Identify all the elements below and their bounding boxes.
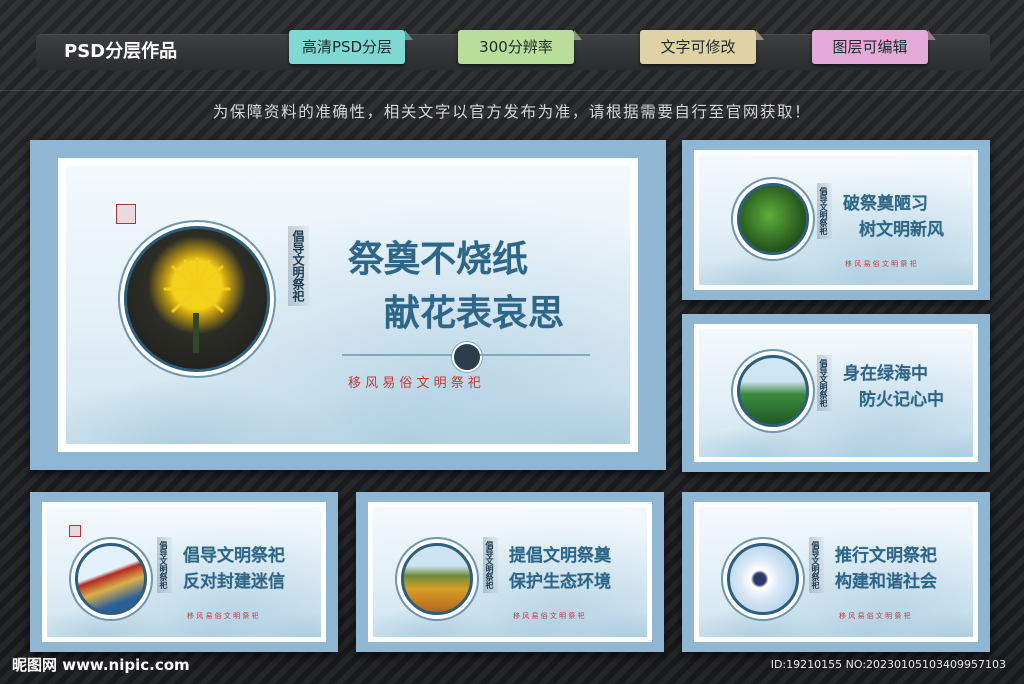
slogan-line-2: 防火记心中 xyxy=(859,390,944,410)
slogan-line-1: 提倡文明祭奠 xyxy=(509,546,611,566)
slogan-line-1: 破祭奠陋习 xyxy=(843,194,928,214)
subtitle: 移 风 易 俗 文 明 祭 祀 xyxy=(845,260,917,268)
slogan-line-1: 倡导文明祭祀 xyxy=(183,546,285,566)
ornament-line xyxy=(480,354,590,356)
poster-large: 倡导文明祭祀 祭奠不烧纸 献花表哀思 移 风 易 俗 文 明 祭 祀 xyxy=(30,140,666,470)
subtitle: 移 风 易 俗 文 明 祭 祀 xyxy=(187,612,259,620)
tag-hd-psd: 高清PSD分层 xyxy=(289,30,405,64)
tripod-emblem-icon xyxy=(452,342,482,372)
butterfly-image xyxy=(727,543,799,615)
slogan-line-1: 身在绿海中 xyxy=(843,364,928,384)
tag-editable-layers: 图层可编辑 xyxy=(812,30,928,64)
slogan-line-2: 保护生态环境 xyxy=(509,572,611,592)
seal-stamp xyxy=(69,525,81,537)
image-id: ID:19210155 NO:20230105103409957103 xyxy=(770,658,1006,671)
subtitle: 移 风 易 俗 文 明 祭 祀 xyxy=(839,612,911,620)
pine-image xyxy=(737,183,809,255)
vertical-label: 倡导文明祭祀 xyxy=(288,226,309,306)
poster-small-4: 倡导文明祭祀 提倡文明祭奠 保护生态环境 移 风 易 俗 文 明 祭 祀 xyxy=(356,492,664,652)
divider xyxy=(0,90,1024,91)
subtitle: 移 风 易 俗 文 明 祭 祀 xyxy=(513,612,585,620)
vertical-label: 倡导文明祭祀 xyxy=(157,537,172,593)
site-watermark: 昵图网 www.nipic.com xyxy=(12,656,190,674)
seal-stamp xyxy=(116,204,136,224)
tag-editable-text: 文字可修改 xyxy=(640,30,756,64)
slogan-line-2: 献花表哀思 xyxy=(384,292,565,334)
pavilion-roof-image xyxy=(75,543,147,615)
vertical-label: 倡导文明祭祀 xyxy=(483,537,498,593)
subtitle: 移 风 易 俗 文 明 祭 祀 xyxy=(348,376,481,391)
notice-text: 为保障资料的准确性，相关文字以官方发布为准，请根据需要自行至官网获取！ xyxy=(212,103,812,121)
slogan-line-1: 推行文明祭祀 xyxy=(835,546,937,566)
slogan-line-2: 反对封建迷信 xyxy=(183,572,285,592)
autumn-forest-image xyxy=(401,543,473,615)
poster-small-2: 倡导文明祭祀 身在绿海中 防火记心中 xyxy=(682,314,990,472)
slogan-line-2: 树文明新风 xyxy=(859,220,944,240)
vertical-label: 倡导文明祭祀 xyxy=(817,355,832,411)
slogan-line-1: 祭奠不烧纸 xyxy=(348,238,529,280)
forest-image xyxy=(737,355,809,427)
tag-300-dpi: 300分辨率 xyxy=(458,30,574,64)
vertical-label: 倡导文明祭祀 xyxy=(817,183,832,239)
ornament-line xyxy=(342,354,452,356)
poster-small-3: 倡导文明祭祀 倡导文明祭祀 反对封建迷信 移 风 易 俗 文 明 祭 祀 xyxy=(30,492,338,652)
slogan-line-2: 构建和谐社会 xyxy=(835,572,937,592)
chrysanthemum-icon xyxy=(163,257,231,353)
poster-small-1: 倡导文明祭祀 破祭奠陋习 树文明新风 移 风 易 俗 文 明 祭 祀 xyxy=(682,140,990,300)
top-bar-title: PSD分层作品 xyxy=(64,41,178,62)
vertical-label: 倡导文明祭祀 xyxy=(809,537,824,593)
chrysanthemum-image xyxy=(124,226,270,372)
poster-small-5: 倡导文明祭祀 推行文明祭祀 构建和谐社会 移 风 易 俗 文 明 祭 祀 xyxy=(682,492,990,652)
